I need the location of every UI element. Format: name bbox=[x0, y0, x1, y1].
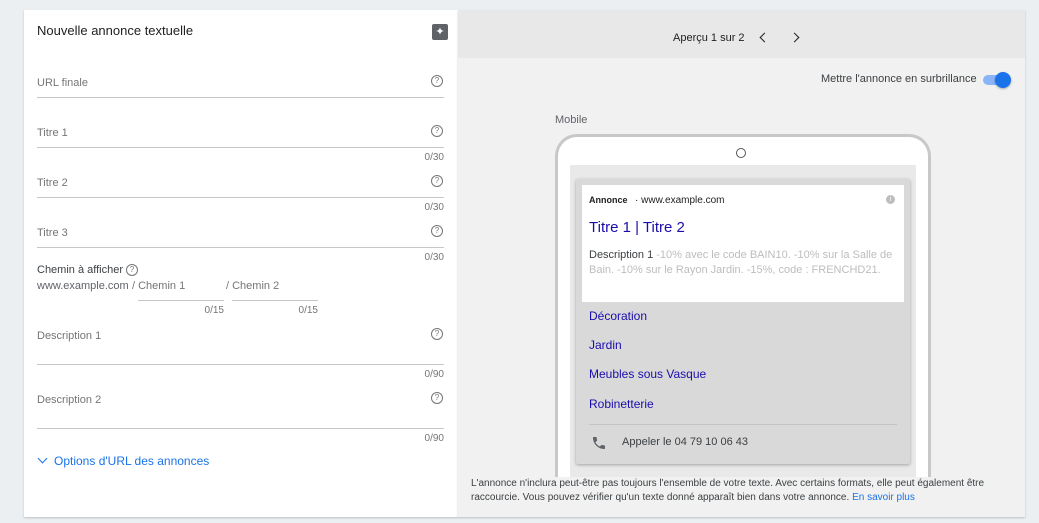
help-icon[interactable]: ? bbox=[126, 264, 138, 276]
ad-separator: · bbox=[635, 195, 639, 206]
path2-underline bbox=[232, 300, 318, 301]
device-label: Mobile bbox=[555, 114, 588, 126]
editor-title: Nouvelle annonce textuelle bbox=[37, 23, 194, 38]
path1-underline bbox=[138, 300, 224, 301]
phone-frame: Annonce · www.example.com i Titre 1 | Ti… bbox=[555, 134, 931, 477]
ad-suggestion-icon[interactable]: ✦ bbox=[432, 24, 448, 40]
ad-display-url: · www.example.com bbox=[635, 195, 724, 206]
path1-counter: 0/15 bbox=[204, 305, 224, 316]
help-icon[interactable]: ? bbox=[431, 225, 443, 237]
help-icon[interactable]: ? bbox=[431, 175, 443, 187]
headline1-counter: 0/30 bbox=[424, 152, 444, 163]
description2-counter: 0/90 bbox=[424, 433, 444, 444]
url-options-toggle[interactable]: Options d'URL des annonces bbox=[37, 453, 210, 468]
url-options-label: Options d'URL des annonces bbox=[54, 454, 210, 468]
preview-pager-bar: Aperçu 1 sur 2 bbox=[458, 10, 1025, 58]
headline3-counter: 0/30 bbox=[424, 252, 444, 263]
ad-description-lead: Description 1 bbox=[589, 249, 654, 261]
final-url-underline bbox=[37, 97, 444, 98]
description2-field[interactable]: Description 2 bbox=[37, 394, 101, 406]
help-icon[interactable]: ? bbox=[431, 125, 443, 137]
next-preview-button[interactable] bbox=[787, 28, 805, 46]
sitelink-decoration[interactable]: Décoration bbox=[589, 309, 647, 323]
info-icon[interactable]: i bbox=[886, 195, 895, 204]
description1-underline bbox=[37, 364, 444, 365]
call-divider bbox=[589, 424, 897, 425]
display-domain: www.example.com bbox=[37, 280, 129, 292]
previous-preview-button[interactable] bbox=[754, 28, 772, 46]
display-path-label: Chemin à afficher bbox=[37, 264, 124, 276]
phone-camera-icon bbox=[736, 148, 746, 158]
sitelink-meubles[interactable]: Meubles sous Vasque bbox=[589, 367, 706, 381]
description1-counter: 0/90 bbox=[424, 369, 444, 380]
ad-description: Description 1 -10% avec le code BAIN10. … bbox=[589, 248, 894, 278]
toggle-knob bbox=[995, 72, 1011, 88]
ad-editor-panel: Nouvelle annonce textuelle ✦ URL finale … bbox=[24, 10, 458, 517]
learn-more-link[interactable]: En savoir plus bbox=[852, 492, 915, 503]
highlight-ad-toggle[interactable] bbox=[981, 72, 1011, 88]
help-icon[interactable]: ? bbox=[431, 392, 443, 404]
headline3-field[interactable]: Titre 3 bbox=[37, 227, 68, 239]
ad-url-text: www.example.com bbox=[641, 195, 725, 206]
ad-preview-panel: Aperçu 1 sur 2 Mettre l'annonce en surbr… bbox=[458, 10, 1025, 517]
highlight-ad-label: Mettre l'annonce en surbrillance bbox=[821, 73, 977, 85]
ad-headline[interactable]: Titre 1 | Titre 2 bbox=[589, 219, 685, 236]
description2-underline bbox=[37, 428, 444, 429]
phone-icon bbox=[593, 437, 605, 449]
headline1-field[interactable]: Titre 1 bbox=[37, 127, 68, 139]
chevron-down-icon bbox=[37, 453, 48, 464]
call-extension[interactable]: Appeler le 04 79 10 06 43 bbox=[622, 436, 748, 448]
path1-field[interactable]: / Chemin 1 bbox=[132, 280, 185, 292]
headline1-underline bbox=[37, 147, 444, 148]
sitelink-jardin[interactable]: Jardin bbox=[589, 338, 622, 352]
sitelink-robinetterie[interactable]: Robinetterie bbox=[589, 397, 654, 411]
headline2-field[interactable]: Titre 2 bbox=[37, 177, 68, 189]
ad-preview-card: Annonce · www.example.com i Titre 1 | Ti… bbox=[576, 179, 910, 464]
help-icon[interactable]: ? bbox=[431, 75, 443, 87]
ad-badge: Annonce bbox=[589, 195, 628, 205]
final-url-field[interactable]: URL finale bbox=[37, 77, 88, 89]
ad-main: Annonce · www.example.com i Titre 1 | Ti… bbox=[582, 185, 904, 302]
path2-counter: 0/15 bbox=[298, 305, 318, 316]
help-icon[interactable]: ? bbox=[431, 328, 443, 340]
path2-field[interactable]: / Chemin 2 bbox=[226, 280, 279, 292]
headline3-underline bbox=[37, 247, 444, 248]
preview-footnote: L'annonce n'inclura peut-être pas toujou… bbox=[471, 477, 1011, 505]
description1-field[interactable]: Description 1 bbox=[37, 330, 101, 342]
headline2-underline bbox=[37, 197, 444, 198]
preview-pager-label: Aperçu 1 sur 2 bbox=[673, 32, 745, 44]
headline2-counter: 0/30 bbox=[424, 202, 444, 213]
chevron-right-icon bbox=[789, 32, 800, 42]
phone-screen: Annonce · www.example.com i Titre 1 | Ti… bbox=[570, 165, 916, 477]
chevron-left-icon bbox=[759, 32, 770, 42]
